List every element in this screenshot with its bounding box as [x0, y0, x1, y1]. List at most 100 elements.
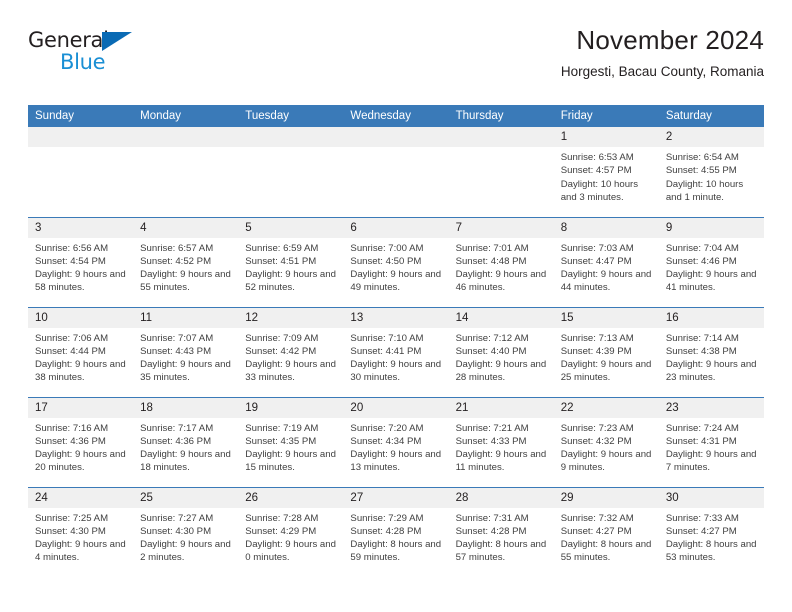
day-number: 11 [133, 307, 239, 328]
sunset-text: Sunset: 4:27 PM [665, 525, 737, 537]
day-cell-inner: 25 Sunrise: 7:27 AM Sunset: 4:30 PM Dayligh… [133, 487, 239, 578]
day-cell-inner: 9 Sunrise: 7:04 AM Sunset: 4:46 PM Daylight… [658, 217, 764, 307]
day-cell-inner: 5 Sunrise: 6:59 AM Sunset: 4:51 PM Daylight… [238, 217, 344, 307]
calendar-day-cell[interactable]: 23 Sunrise: 7:24 AM Sunset: 4:31 PM Dayligh… [658, 396, 764, 487]
calendar-cell-empty [28, 127, 134, 217]
sunset-text: Sunset: 4:31 PM [665, 435, 737, 447]
calendar-day-cell[interactable]: 12 Sunrise: 7:09 AM Sunset: 4:42 PM Dayligh… [238, 306, 344, 397]
daylight-text: Daylight: 9 hours and 46 minutes. [455, 269, 547, 294]
calendar-week-row: 1 Sunrise: 6:53 AM Sunset: 4:57 PM Daylight… [28, 127, 764, 217]
day-number [28, 127, 134, 147]
day-number: 25 [133, 487, 239, 508]
daylight-text: Daylight: 8 hours and 55 minutes. [560, 539, 652, 564]
day-sun-info: Sunrise: 7:04 AM Sunset: 4:46 PM Daylight:… [659, 238, 764, 295]
daylight-text: Daylight: 9 hours and 49 minutes. [350, 269, 442, 294]
sunset-text: Sunset: 4:47 PM [560, 255, 632, 267]
day-cell-inner: 8 Sunrise: 7:03 AM Sunset: 4:47 PM Daylight… [553, 217, 659, 307]
day-number: 27 [343, 487, 449, 508]
day-number: 15 [553, 307, 659, 328]
day-number: 2 [658, 127, 764, 147]
calendar-day-cell[interactable]: 24 Sunrise: 7:25 AM Sunset: 4:30 PM Dayligh… [28, 486, 134, 577]
daylight-text: Daylight: 9 hours and 33 minutes. [245, 359, 336, 384]
calendar-cell-empty [133, 127, 239, 217]
daylight-text: Daylight: 9 hours and 0 minutes. [245, 539, 336, 564]
calendar-week-row: 10 Sunrise: 7:06 AM Sunset: 4:44 PM Dayligh… [28, 306, 764, 397]
day-sun-info: Sunrise: 7:20 AM Sunset: 4:34 PM Daylight:… [343, 418, 448, 475]
day-number: 4 [133, 217, 239, 238]
calendar-day-cell[interactable]: 1 Sunrise: 6:53 AM Sunset: 4:57 PM Daylight… [553, 127, 659, 217]
sunset-text: Sunset: 4:29 PM [245, 525, 317, 537]
calendar-day-cell[interactable]: 25 Sunrise: 7:27 AM Sunset: 4:30 PM Dayligh… [133, 486, 239, 578]
day-number: 16 [658, 307, 764, 328]
sunrise-text: Sunrise: 7:24 AM [665, 422, 739, 434]
day-sun-info: Sunrise: 7:09 AM Sunset: 4:42 PM Daylight:… [238, 328, 343, 385]
sunrise-text: Sunrise: 7:13 AM [560, 332, 634, 344]
sunrise-text: Sunrise: 6:54 AM [665, 152, 739, 163]
calendar-day-cell[interactable]: 8 Sunrise: 7:03 AM Sunset: 4:47 PM Daylight… [553, 216, 659, 307]
page-subtitle: Horgesti, Bacau County, Romania [560, 63, 764, 79]
day-cell-inner: 15 Sunrise: 7:13 AM Sunset: 4:39 PM Dayligh… [553, 307, 659, 397]
day-number: 21 [448, 397, 554, 418]
calendar-day-cell[interactable]: 5 Sunrise: 6:59 AM Sunset: 4:51 PM Daylight… [238, 216, 344, 307]
day-sun-info: Sunrise: 7:24 AM Sunset: 4:31 PM Daylight:… [659, 418, 764, 475]
daylight-text: Daylight: 9 hours and 11 minutes. [455, 449, 547, 474]
weekday-header-saturday: Saturday [658, 105, 764, 127]
calendar-day-cell[interactable]: 28 Sunrise: 7:31 AM Sunset: 4:28 PM Dayligh… [448, 486, 554, 577]
calendar-day-cell[interactable]: 18 Sunrise: 7:17 AM Sunset: 4:36 PM Dayligh… [133, 396, 239, 487]
day-number: 12 [238, 307, 344, 328]
calendar-day-cell[interactable]: 22 Sunrise: 7:23 AM Sunset: 4:32 PM Dayligh… [553, 396, 659, 487]
calendar-day-cell[interactable]: 14 Sunrise: 7:12 AM Sunset: 4:40 PM Dayligh… [448, 306, 554, 397]
calendar-week-row: 3 Sunrise: 6:56 AM Sunset: 4:54 PM Daylight… [28, 216, 764, 307]
weekday-header-monday: Monday [133, 105, 239, 127]
calendar-cell-empty [448, 127, 554, 217]
calendar-day-cell[interactable]: 30 Sunrise: 7:33 AM Sunset: 4:27 PM Dayligh… [658, 486, 764, 577]
calendar-page: General Blue November 2024 Horgesti, Bac… [0, 0, 792, 612]
day-sun-info: Sunrise: 7:03 AM Sunset: 4:47 PM Daylight:… [554, 238, 659, 295]
calendar-day-cell[interactable]: 11 Sunrise: 7:07 AM Sunset: 4:43 PM Dayligh… [133, 306, 239, 397]
brand-logo[interactable]: General Blue [28, 30, 158, 82]
day-number: 23 [658, 397, 764, 418]
sunset-text: Sunset: 4:39 PM [560, 345, 632, 357]
sunset-text: Sunset: 4:57 PM [560, 165, 632, 177]
calendar-day-cell[interactable]: 17 Sunrise: 7:16 AM Sunset: 4:36 PM Dayligh… [28, 396, 134, 487]
calendar-day-cell[interactable]: 20 Sunrise: 7:20 AM Sunset: 4:34 PM Dayligh… [343, 396, 449, 487]
calendar-day-cell[interactable]: 6 Sunrise: 7:00 AM Sunset: 4:50 PM Daylight… [343, 216, 449, 307]
sunrise-text: Sunrise: 6:56 AM [35, 242, 109, 254]
calendar-day-cell[interactable]: 4 Sunrise: 6:57 AM Sunset: 4:52 PM Daylight… [133, 216, 239, 307]
sunset-text: Sunset: 4:28 PM [350, 525, 422, 537]
weekday-header-thursday: Thursday [448, 105, 554, 127]
calendar-day-cell[interactable]: 9 Sunrise: 7:04 AM Sunset: 4:46 PM Daylight… [658, 216, 764, 307]
day-cell-inner [448, 127, 554, 217]
day-number: 26 [238, 487, 344, 508]
day-number: 6 [343, 217, 449, 238]
calendar-day-cell[interactable]: 29 Sunrise: 7:32 AM Sunset: 4:27 PM Dayligh… [553, 486, 659, 577]
calendar-day-cell[interactable]: 26 Sunrise: 7:28 AM Sunset: 4:29 PM Dayligh… [238, 486, 344, 577]
day-number [343, 127, 449, 147]
calendar-day-cell[interactable]: 3 Sunrise: 6:56 AM Sunset: 4:54 PM Daylight… [28, 216, 134, 307]
calendar-day-cell[interactable]: 21 Sunrise: 7:21 AM Sunset: 4:33 PM Dayligh… [448, 396, 554, 487]
daylight-text: Daylight: 9 hours and 28 minutes. [455, 359, 547, 384]
day-sun-info: Sunrise: 7:27 AM Sunset: 4:30 PM Daylight:… [133, 508, 238, 565]
day-cell-inner: 23 Sunrise: 7:24 AM Sunset: 4:31 PM Dayligh… [658, 397, 764, 487]
calendar-day-cell[interactable]: 2 Sunrise: 6:54 AM Sunset: 4:55 PM Daylight… [658, 127, 764, 217]
daylight-text: Daylight: 9 hours and 38 minutes. [35, 359, 126, 384]
sunset-text: Sunset: 4:30 PM [35, 525, 106, 537]
daylight-text: Daylight: 9 hours and 35 minutes. [140, 359, 231, 384]
sunset-text: Sunset: 4:32 PM [560, 435, 632, 447]
calendar-day-cell[interactable]: 15 Sunrise: 7:13 AM Sunset: 4:39 PM Dayligh… [553, 306, 659, 397]
calendar-day-cell[interactable]: 19 Sunrise: 7:19 AM Sunset: 4:35 PM Dayligh… [238, 396, 344, 487]
calendar-day-cell[interactable]: 7 Sunrise: 7:01 AM Sunset: 4:48 PM Daylight… [448, 216, 554, 307]
calendar-day-cell[interactable]: 27 Sunrise: 7:29 AM Sunset: 4:28 PM Dayligh… [343, 486, 449, 577]
day-sun-info: Sunrise: 7:14 AM Sunset: 4:38 PM Daylight:… [659, 328, 764, 385]
calendar-day-cell[interactable]: 16 Sunrise: 7:14 AM Sunset: 4:38 PM Dayligh… [658, 306, 764, 397]
calendar-week-row: 24 Sunrise: 7:25 AM Sunset: 4:30 PM Dayligh… [28, 486, 764, 578]
sunset-text: Sunset: 4:43 PM [140, 345, 212, 357]
day-cell-inner: 19 Sunrise: 7:19 AM Sunset: 4:35 PM Dayligh… [238, 397, 344, 487]
sunset-text: Sunset: 4:51 PM [245, 255, 317, 267]
sunset-text: Sunset: 4:35 PM [245, 435, 317, 447]
calendar-day-cell[interactable]: 10 Sunrise: 7:06 AM Sunset: 4:44 PM Dayligh… [28, 306, 134, 397]
calendar-day-cell[interactable]: 13 Sunrise: 7:10 AM Sunset: 4:41 PM Dayligh… [343, 306, 449, 397]
sunrise-text: Sunrise: 7:14 AM [665, 332, 739, 344]
day-number [238, 127, 344, 147]
day-sun-info: Sunrise: 7:25 AM Sunset: 4:30 PM Daylight:… [28, 508, 133, 565]
